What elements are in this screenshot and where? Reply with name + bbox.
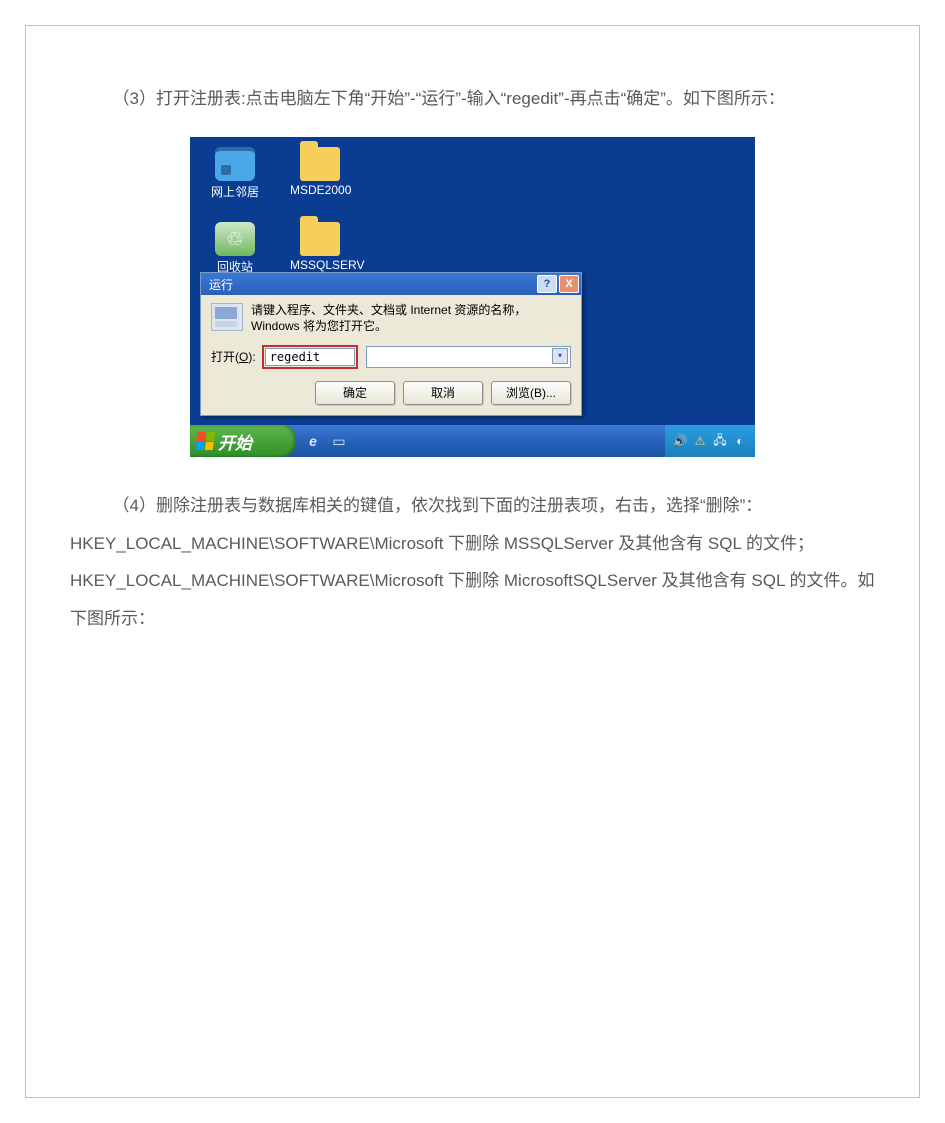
desktop-icon-label: MSSQLSERV bbox=[290, 258, 350, 272]
paragraph-step-4: （4）删除注册表与数据库相关的键值，依次找到下面的注册表项，右击，选择“删除”：… bbox=[70, 487, 875, 637]
screenshot-figure: 网上邻居 MSDE2000 回收站 MSSQLSERV 运行 ? bbox=[70, 137, 875, 457]
system-tray[interactable]: 🔊 ⚠ 🖧 ◐ bbox=[665, 425, 755, 457]
tray-volume-icon[interactable]: 🔊 bbox=[673, 434, 687, 448]
tray-shield-icon[interactable]: ⚠ bbox=[693, 434, 707, 448]
desktop-icon-network-neighborhood[interactable]: 网上邻居 bbox=[205, 147, 265, 200]
desktop-icon-folder-msde2000[interactable]: MSDE2000 bbox=[290, 147, 350, 197]
run-dialog: 运行 ? X 请键入程序、文件夹、文档或 Internet 资源的名称，Wind… bbox=[200, 272, 582, 415]
start-button-label: 开始 bbox=[218, 429, 252, 454]
network-icon bbox=[215, 147, 255, 181]
titlebar-help-button[interactable]: ? bbox=[537, 275, 557, 293]
run-command-input[interactable] bbox=[265, 348, 355, 366]
taskbar: 开始 e ▭ 🔊 ⚠ 🖧 ◐ bbox=[190, 425, 755, 457]
show-desktop-icon[interactable]: ▭ bbox=[330, 432, 348, 450]
titlebar-close-button[interactable]: X bbox=[559, 275, 579, 293]
cancel-button[interactable]: 取消 bbox=[403, 381, 483, 405]
folder-icon bbox=[300, 222, 340, 256]
browse-button[interactable]: 浏览(B)... bbox=[491, 381, 571, 405]
run-dialog-message: 请键入程序、文件夹、文档或 Internet 资源的名称，Windows 将为您… bbox=[251, 303, 571, 334]
tray-misc-icon[interactable]: ◐ bbox=[733, 434, 747, 448]
windows-desktop-screenshot: 网上邻居 MSDE2000 回收站 MSSQLSERV 运行 ? bbox=[190, 137, 755, 457]
tray-network-icon[interactable]: 🖧 bbox=[713, 434, 727, 448]
desktop-icon-recycle-bin[interactable]: 回收站 bbox=[205, 222, 265, 275]
desktop-icon-label: 网上邻居 bbox=[205, 183, 265, 200]
run-command-combo[interactable] bbox=[366, 346, 571, 368]
paragraph-step-3: （3）打开注册表:点击电脑左下角“开始”-“运行”-输入“regedit”-再点… bbox=[70, 80, 875, 117]
quick-launch-bar: e ▭ bbox=[304, 425, 348, 457]
desktop-icon-folder-mssqlserv[interactable]: MSSQLSERV bbox=[290, 222, 350, 272]
ie-icon[interactable]: e bbox=[304, 432, 322, 450]
recycle-bin-icon bbox=[215, 222, 255, 256]
run-dialog-icon bbox=[211, 303, 243, 331]
open-input-highlight bbox=[262, 345, 358, 369]
run-dialog-title: 运行 bbox=[209, 276, 233, 293]
folder-icon bbox=[300, 147, 340, 181]
desktop-icon-label: MSDE2000 bbox=[290, 183, 350, 197]
windows-logo-icon bbox=[195, 432, 216, 450]
start-button[interactable]: 开始 bbox=[190, 425, 296, 457]
ok-button[interactable]: 确定 bbox=[315, 381, 395, 405]
run-dialog-titlebar[interactable]: 运行 ? X bbox=[201, 273, 581, 295]
open-label: 打开(O): bbox=[211, 348, 256, 365]
